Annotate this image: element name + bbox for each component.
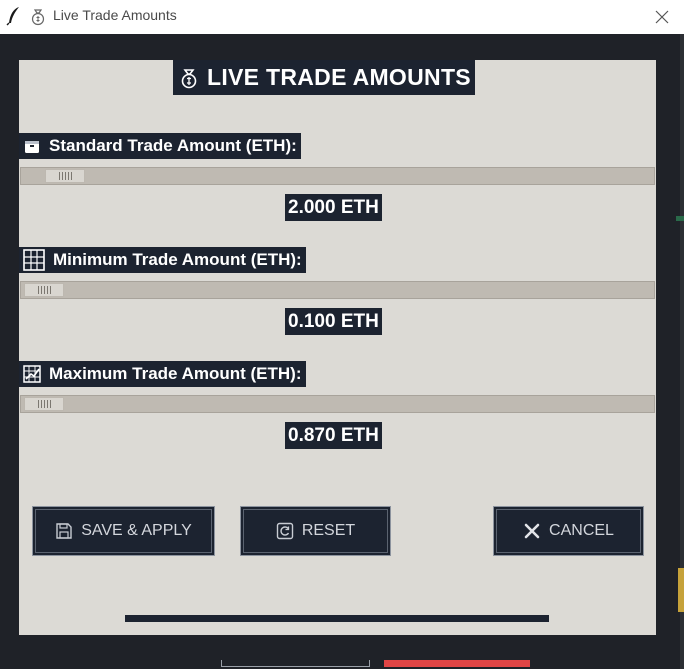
background-window-fragment xyxy=(676,216,684,221)
maximum-amount-slider[interactable] xyxy=(20,395,655,413)
minimum-amount-value: 0.100 ETH xyxy=(285,308,382,335)
cancel-button[interactable]: CANCEL xyxy=(493,506,644,556)
cancel-label: CANCEL xyxy=(549,522,614,539)
clipped-hint-text xyxy=(125,615,549,622)
maximum-amount-label-text: Maximum Trade Amount (ETH): xyxy=(49,364,302,383)
background-window-fragment xyxy=(678,568,684,612)
minimum-amount-label-text: Minimum Trade Amount (ETH): xyxy=(53,250,302,269)
minimum-amount-slider[interactable] xyxy=(20,281,655,299)
background-window-fragment xyxy=(221,660,370,667)
standard-amount-label-text: Standard Trade Amount (ETH): xyxy=(49,136,297,155)
reset-button[interactable]: RESET xyxy=(240,506,391,556)
page-title-text: LIVE TRADE AMOUNTS xyxy=(207,64,471,90)
chart-icon xyxy=(23,365,41,383)
money-bag-icon xyxy=(181,68,197,88)
title-bar: Live Trade Amounts xyxy=(0,0,684,34)
money-bag-icon xyxy=(31,9,45,26)
slider-thumb[interactable] xyxy=(24,397,64,411)
settings-panel: LIVE TRADE AMOUNTS Standard Trade Amount… xyxy=(19,60,656,635)
box-icon xyxy=(25,141,39,153)
maximum-amount-label: Maximum Trade Amount (ETH): xyxy=(19,361,306,387)
save-apply-label: SAVE & APPLY xyxy=(81,522,192,539)
feather-icon xyxy=(6,7,19,26)
standard-amount-slider[interactable] xyxy=(20,167,655,185)
slider-thumb[interactable] xyxy=(45,169,85,183)
slider-thumb[interactable] xyxy=(24,283,64,297)
background-window-fragment xyxy=(384,660,530,667)
close-button[interactable] xyxy=(640,0,684,34)
close-icon xyxy=(655,10,669,24)
window-title: Live Trade Amounts xyxy=(53,7,177,23)
maximum-amount-value: 0.870 ETH xyxy=(285,422,382,449)
minimum-amount-label: Minimum Trade Amount (ETH): xyxy=(19,247,306,273)
grid-icon xyxy=(23,249,45,271)
save-apply-button[interactable]: SAVE & APPLY xyxy=(32,506,215,556)
standard-amount-label: Standard Trade Amount (ETH): xyxy=(19,133,301,159)
standard-amount-value: 2.000 ETH xyxy=(285,194,382,221)
x-icon xyxy=(524,523,540,539)
floppy-disk-icon xyxy=(56,523,72,539)
refresh-icon xyxy=(276,522,294,540)
reset-label: RESET xyxy=(301,522,356,539)
page-title: LIVE TRADE AMOUNTS xyxy=(173,60,475,95)
